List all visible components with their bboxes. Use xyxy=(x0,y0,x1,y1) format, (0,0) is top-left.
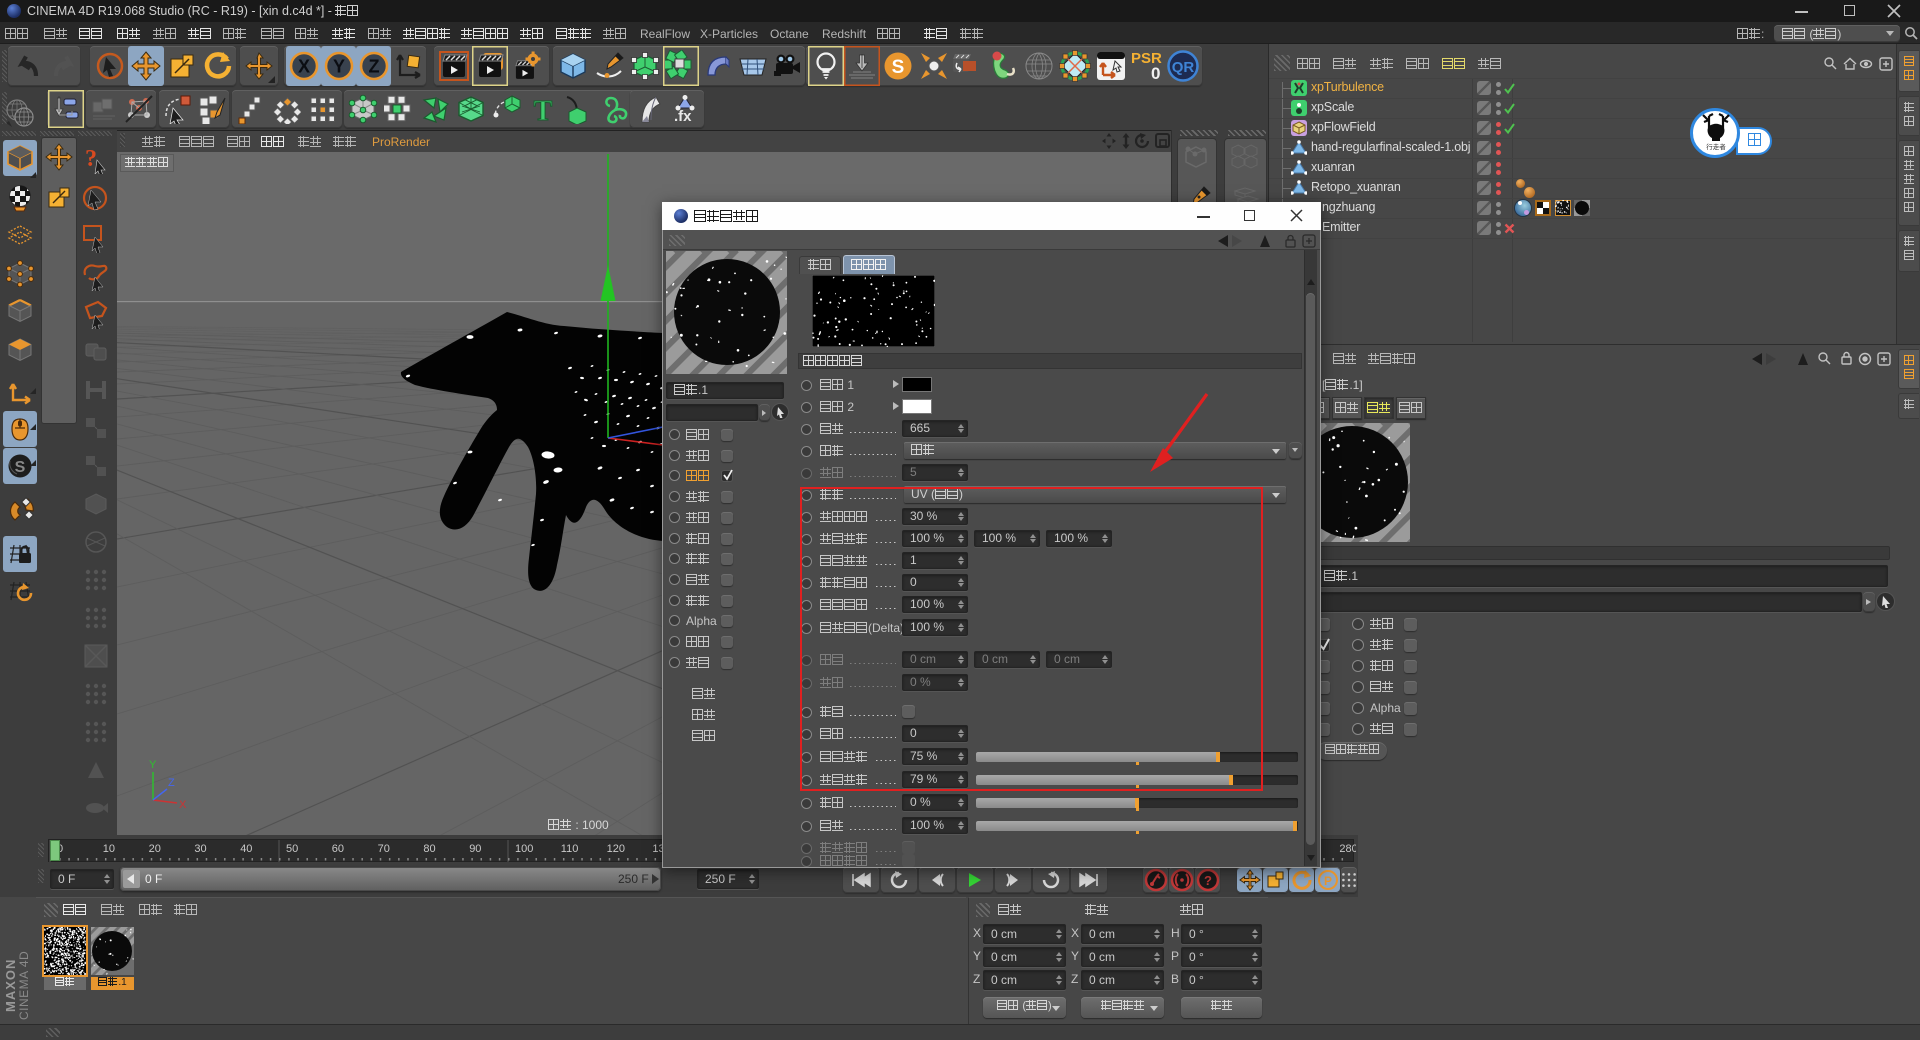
svg-text:120: 120 xyxy=(607,843,625,855)
svg-text:40: 40 xyxy=(240,843,252,855)
svg-text:70: 70 xyxy=(378,843,390,855)
svg-text:.fx: .fx xyxy=(674,108,692,124)
svg-text:?: ? xyxy=(1204,873,1212,888)
svg-text:280: 280 xyxy=(1339,843,1356,855)
svg-text:T: T xyxy=(534,96,553,124)
svg-text:50: 50 xyxy=(286,843,298,855)
svg-text:Z: Z xyxy=(368,57,379,77)
svg-text:100: 100 xyxy=(515,843,533,855)
svg-text:Y: Y xyxy=(332,57,344,77)
svg-text:P: P xyxy=(1323,874,1331,888)
svg-text:X: X xyxy=(297,57,309,77)
svg-text:110: 110 xyxy=(561,843,579,855)
svg-text:行走者: 行走者 xyxy=(1706,142,1726,151)
svg-text:90: 90 xyxy=(469,843,481,855)
svg-text:S: S xyxy=(15,459,26,476)
svg-text:X: X xyxy=(179,799,187,811)
svg-text:20: 20 xyxy=(149,843,161,855)
svg-text:10: 10 xyxy=(103,843,115,855)
svg-text:?: ? xyxy=(85,146,97,172)
svg-text:60: 60 xyxy=(332,843,344,855)
svg-text:QR: QR xyxy=(1172,59,1195,76)
svg-text:Y: Y xyxy=(149,759,157,771)
svg-text:30: 30 xyxy=(194,843,206,855)
svg-text:S: S xyxy=(892,57,905,78)
svg-text:80: 80 xyxy=(423,843,435,855)
svg-text:0: 0 xyxy=(1151,64,1160,83)
svg-text:Z: Z xyxy=(168,777,175,789)
